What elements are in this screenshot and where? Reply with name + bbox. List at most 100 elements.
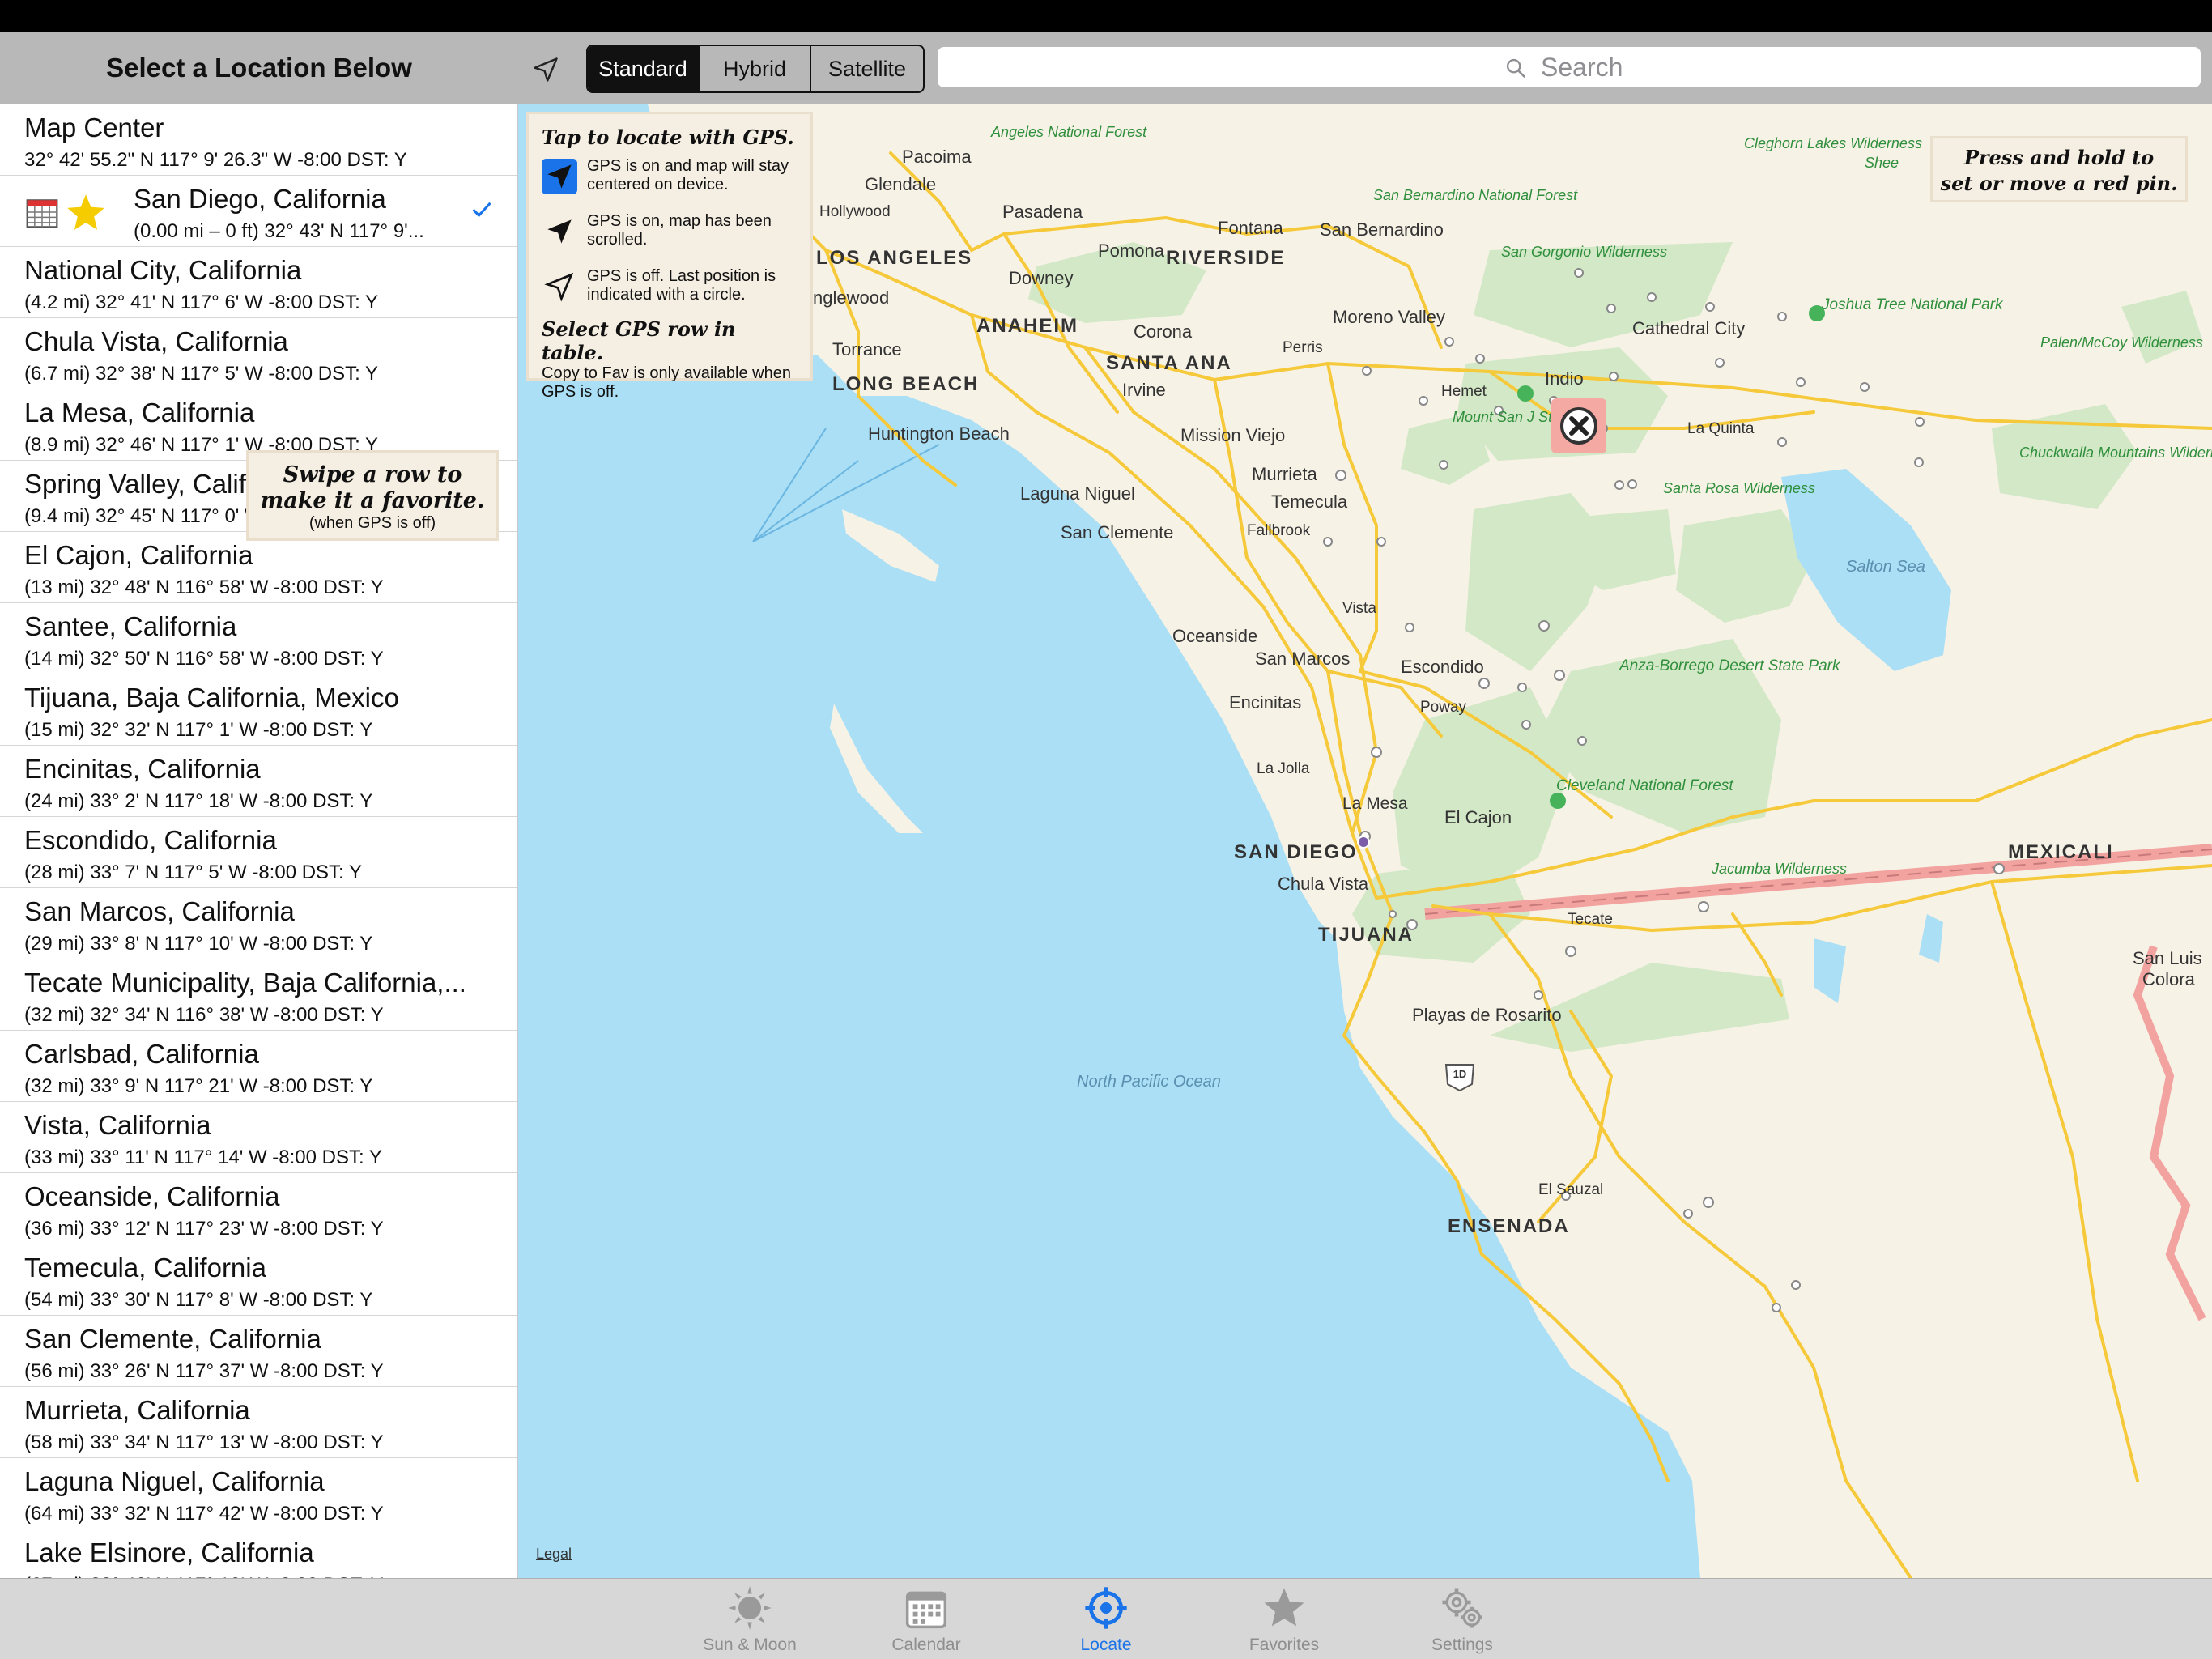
map-label-moreno-valley: Moreno Valley xyxy=(1333,307,1445,327)
location-name: Temecula, California xyxy=(24,1253,266,1283)
segment-satellite[interactable]: Satellite xyxy=(811,46,923,91)
location-name: La Mesa, California xyxy=(24,398,255,428)
map-label-oceanside: Oceanside xyxy=(1172,626,1258,646)
location-name: Vista, California xyxy=(24,1110,211,1140)
navigation-header: Select a Location Below Standard Hybrid … xyxy=(0,32,2212,104)
location-name: Encinitas, California xyxy=(24,754,261,784)
calendar-icon[interactable] xyxy=(24,194,60,230)
map-label-palen: Palen/McCoy Wilderness xyxy=(2040,334,2203,351)
gps-centered-text: GPS is on and map will stay centered on … xyxy=(587,157,789,194)
map-label-inglewood: nglewood xyxy=(813,287,890,308)
tab-sun-moon[interactable]: Sun & Moon xyxy=(669,1579,831,1659)
location-name: Chula Vista, California xyxy=(24,326,288,356)
tab-settings[interactable]: Settings xyxy=(1381,1579,1543,1659)
map-label-mount-san-jacinto: Mount San J State Pa xyxy=(1453,409,1595,425)
list-item[interactable]: Chula Vista, California (6.7 mi) 32° 38' … xyxy=(0,318,517,389)
list-item[interactable]: Tijuana, Baja California, Mexico (15 mi) … xyxy=(0,674,517,746)
map-label-joshua-tree: Joshua Tree National Park xyxy=(1822,296,2003,313)
list-item[interactable]: Vista, California (33 mi) 33° 11' N 117° … xyxy=(0,1102,517,1173)
favorite-star-icon[interactable] xyxy=(65,192,107,234)
search-input[interactable] xyxy=(1541,47,1865,87)
copy-fav-note: Copy to Fav is only available when GPS i… xyxy=(542,364,791,401)
crosshair-icon xyxy=(1085,1587,1127,1629)
gps-off-icon xyxy=(544,272,574,302)
location-list[interactable]: Map Center 32° 42' 55.2" N 117° 9' 26.3"… xyxy=(0,104,518,1578)
map-label-cleveland-nf: Cleveland National Forest xyxy=(1556,777,1733,794)
location-detail: (36 mi) 33° 12' N 117° 23' W -8:00 DST: … xyxy=(24,1218,384,1240)
map-label-sheep: Shee xyxy=(1864,155,1899,171)
location-name: San Clemente, California xyxy=(24,1324,321,1354)
search-bar[interactable] xyxy=(938,47,2201,87)
location-name: Carlsbad, California xyxy=(24,1039,259,1069)
map-label-glendale: Glendale xyxy=(865,174,937,194)
gps-scrolled-text: GPS is on, map has been scrolled. xyxy=(587,212,772,249)
map-label-la-quinta: La Quinta xyxy=(1687,420,1755,437)
list-item[interactable]: Encinitas, California (24 mi) 33° 2' N 11… xyxy=(0,746,517,817)
list-item[interactable]: Carlsbad, California (32 mi) 33° 9' N 117… xyxy=(0,1031,517,1102)
map-label-anaheim: ANAHEIM xyxy=(976,315,1078,337)
list-item[interactable]: Lake Elsinore, California(67 mi) 33° 40'… xyxy=(0,1529,517,1578)
list-item[interactable]: Murrieta, California (58 mi) 33° 34' N 11… xyxy=(0,1387,517,1458)
location-name: San Marcos, California xyxy=(24,896,295,926)
swipe-tip-line1: Swipe a row to xyxy=(283,462,462,487)
tab-label: Sun & Moon xyxy=(703,1636,797,1654)
list-item-gps[interactable]: San Diego, California (0.00 mi – 0 ft) 3… xyxy=(0,176,517,247)
select-gps-heading: Select GPS row in table. xyxy=(542,317,736,364)
map-label-laguna-niguel: Laguna Niguel xyxy=(1020,483,1135,504)
map-label-north-pacific: North Pacific Ocean xyxy=(1077,1073,1221,1091)
segment-standard[interactable]: Standard xyxy=(588,46,700,91)
map-label-jacumba: Jacumba Wilderness xyxy=(1712,861,1847,877)
tab-locate[interactable]: Locate xyxy=(1025,1579,1187,1659)
list-item[interactable]: Laguna Niguel, California (64 mi) 33° 32'… xyxy=(0,1458,517,1529)
location-name: Murrieta, California xyxy=(24,1395,250,1425)
location-detail: (6.7 mi) 32° 38' N 117° 5' W -8:00 DST: … xyxy=(24,363,378,385)
tab-favorites[interactable]: Favorites xyxy=(1203,1579,1365,1659)
list-item[interactable]: Santee, California (14 mi) 32° 50' N 116°… xyxy=(0,603,517,674)
list-item[interactable]: Oceanside, California (36 mi) 33° 12' N 1… xyxy=(0,1173,517,1244)
list-item-map-center[interactable]: Map Center 32° 42' 55.2" N 117° 9' 26.3"… xyxy=(0,104,517,176)
map-label-cleghorn: Cleghorn Lakes Wilderness xyxy=(1744,135,1922,151)
location-name: Laguna Niguel, California xyxy=(24,1466,325,1496)
tab-calendar[interactable]: Calendar xyxy=(845,1579,1007,1659)
red-pin-help-tip: Press and hold to set or move a red pin. xyxy=(1930,136,2188,202)
list-item[interactable]: San Marcos, California (29 mi) 33° 8' N 1… xyxy=(0,888,517,959)
list-item[interactable]: Escondido, California (28 mi) 33° 7' N 11… xyxy=(0,817,517,888)
close-circle-icon xyxy=(1560,407,1597,445)
checkmark-icon xyxy=(472,202,491,218)
location-name: San Diego, California xyxy=(134,184,386,214)
map-label-playas-de-rosarito: Playas de Rosarito xyxy=(1412,1005,1562,1025)
gps-centered-icon xyxy=(542,159,577,194)
location-detail: (32 mi) 32° 34' N 116° 38' W -8:00 DST: … xyxy=(24,1004,384,1026)
map-label-pacoima: Pacoima xyxy=(902,147,972,167)
map-label-indio: Indio xyxy=(1545,368,1584,389)
red-pin-marker[interactable] xyxy=(1551,398,1606,453)
location-detail: (54 mi) 33° 30' N 117° 8' W -8:00 DST: Y xyxy=(24,1289,373,1311)
location-detail: (58 mi) 33° 34' N 117° 13' W -8:00 DST: … xyxy=(24,1431,384,1453)
list-item[interactable]: Tecate Municipality, Baja California,...… xyxy=(0,959,517,1031)
tab-bar: Sun & Moon Calendar Locate Favorites Set… xyxy=(0,1578,2212,1659)
location-name: Tijuana, Baja California, Mexico xyxy=(24,683,399,713)
list-item[interactable]: San Clemente, California (56 mi) 33° 26' … xyxy=(0,1316,517,1387)
location-arrow-icon[interactable] xyxy=(531,55,560,84)
map-label-san-marcos: San Marcos xyxy=(1255,649,1351,669)
gps-off-text: GPS is off. Last position is indicated w… xyxy=(587,267,776,304)
map-label-el-cajon: El Cajon xyxy=(1444,807,1512,827)
location-name: Map Center xyxy=(24,113,164,143)
location-detail: (64 mi) 33° 32' N 117° 42' W -8:00 DST: … xyxy=(24,1503,384,1525)
map-label-mexicali: MEXICALI xyxy=(2008,841,2114,863)
gps-scrolled-icon xyxy=(547,219,572,244)
map-label-tijuana: TIJUANA xyxy=(1318,924,1414,946)
list-item[interactable]: Temecula, California (54 mi) 33° 30' N 11… xyxy=(0,1244,517,1316)
location-detail: (56 mi) 33° 26' N 117° 37' W -8:00 DST: … xyxy=(24,1360,384,1382)
list-item[interactable]: El Cajon, California (13 mi) 32° 48' N 11… xyxy=(0,532,517,603)
legal-link[interactable]: Legal xyxy=(536,1546,572,1563)
tab-label: Locate xyxy=(1080,1636,1132,1654)
location-name: Lake Elsinore, California xyxy=(24,1538,314,1568)
list-item[interactable]: National City, California (4.2 mi) 32° 41… xyxy=(0,247,517,318)
location-name: National City, California xyxy=(24,255,302,285)
search-icon xyxy=(1506,58,1525,78)
segment-hybrid[interactable]: Hybrid xyxy=(700,46,811,91)
map-label-torrance: Torrance xyxy=(832,339,902,359)
map-label-corona: Corona xyxy=(1134,321,1193,342)
map-label-angeles-nf: Angeles National Forest xyxy=(991,124,1147,140)
